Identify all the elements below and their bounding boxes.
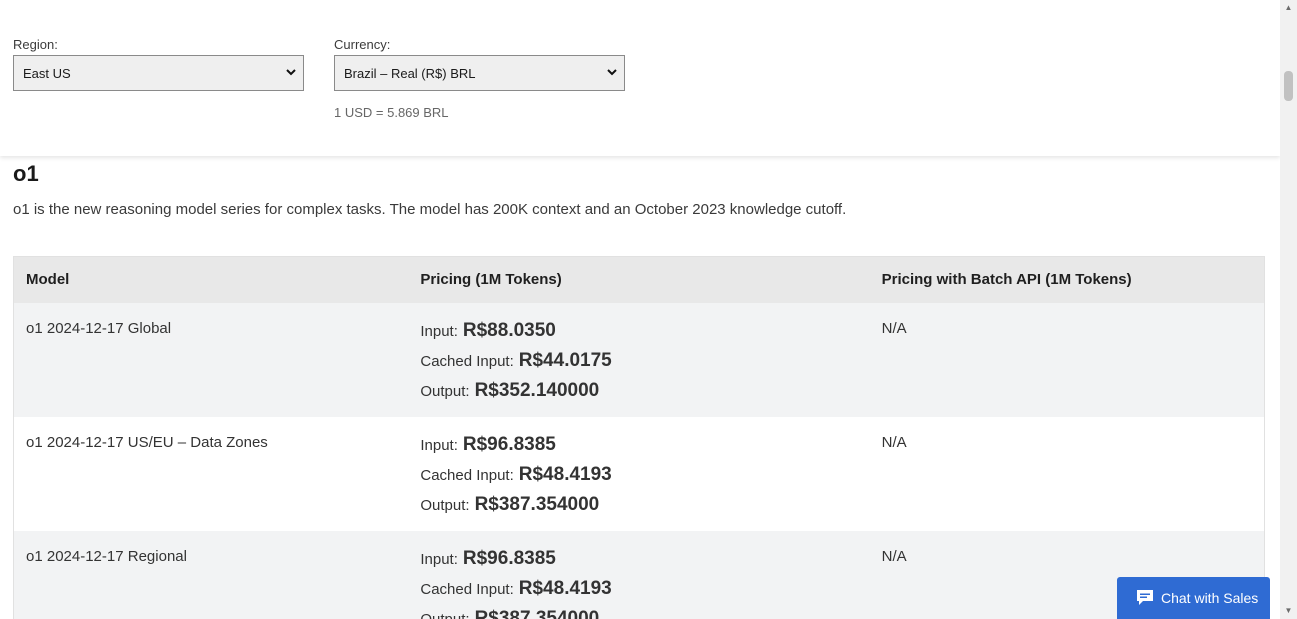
currency-label: Currency: [334,37,391,52]
chevron-down-icon [286,69,296,76]
header-batch-pricing: Pricing with Batch API (1M Tokens) [881,271,1132,288]
pricing-table: Model Pricing (1M Tokens) Pricing with B… [13,256,1265,619]
output-price: R$387.354000 [474,494,600,515]
input-label: Input: [420,323,458,340]
scroll-down-icon[interactable]: ▼ [1284,607,1293,615]
output-price: R$352.140000 [474,380,600,401]
vertical-scrollbar[interactable]: ▲ ▼ [1280,0,1297,619]
pricing-cell: Input: R$96.8385 Cached Input: R$48.4193… [420,417,881,531]
input-price-line: Input: R$88.0350 [420,320,881,350]
cached-input-label: Cached Input: [420,467,514,484]
input-price: R$88.0350 [462,320,556,341]
output-price-line: Output: R$352.140000 [420,380,881,410]
section-title: o1 [13,161,39,186]
input-price-line: Input: R$96.8385 [420,548,881,578]
cached-input-label: Cached Input: [420,581,514,598]
cached-input-price-line: Cached Input: R$48.4193 [420,464,881,494]
section-description: o1 is the new reasoning model series for… [13,201,847,218]
region-select-value: East US [23,66,71,81]
input-price-line: Input: R$96.8385 [420,434,881,464]
input-price: R$96.8385 [462,434,556,455]
pricing-cell: Input: R$88.0350 Cached Input: R$44.0175… [420,303,881,417]
output-price-line: Output: R$387.354000 [420,494,881,524]
filter-bar: Region: East US Currency: Brazil – Real … [0,0,1280,156]
currency-select[interactable]: Brazil – Real (R$) BRL [334,55,625,91]
region-field: Region: East US [13,37,304,91]
chat-button-label: Chat with Sales [1161,590,1259,606]
region-label: Region: [13,37,58,52]
output-price-line: Output: R$387.354000 [420,608,881,619]
chat-bubble-icon [1137,590,1153,605]
output-label: Output: [420,383,470,400]
chevron-down-icon [607,69,617,76]
input-price: R$96.8385 [462,548,556,569]
batch-pricing: N/A [881,320,907,337]
table-row: o1 2024-12-17 Global Input: R$88.0350 Ca… [14,303,1264,417]
scrollbar-thumb[interactable] [1284,71,1293,101]
table-row: o1 2024-12-17 Regional Input: R$96.8385 … [14,531,1264,619]
cached-input-price-line: Cached Input: R$44.0175 [420,350,881,380]
header-pricing: Pricing (1M Tokens) [420,271,562,288]
model-name: o1 2024-12-17 US/EU – Data Zones [26,434,268,451]
scroll-up-icon[interactable]: ▲ [1284,4,1293,12]
output-label: Output: [420,611,469,619]
region-select[interactable]: East US [13,55,304,91]
currency-field: Currency: Brazil – Real (R$) BRL [334,37,625,91]
currency-select-value: Brazil – Real (R$) BRL [344,66,476,81]
output-price: R$387.354000 [474,608,600,619]
chat-with-sales-button[interactable]: Chat with Sales [1117,577,1270,619]
pricing-cell: Input: R$96.8385 Cached Input: R$48.4193… [420,531,881,619]
table-header-row: Model Pricing (1M Tokens) Pricing with B… [14,257,1264,303]
pricing-page: Region: East US Currency: Brazil – Real … [0,0,1297,619]
input-label: Input: [420,437,458,454]
cached-input-price: R$48.4193 [518,578,612,599]
batch-pricing: N/A [881,434,907,451]
cached-input-label: Cached Input: [420,353,514,370]
model-name: o1 2024-12-17 Global [26,320,172,337]
exchange-rate-note: 1 USD = 5.869 BRL [334,105,449,120]
output-label: Output: [420,497,470,514]
cached-input-price: R$48.4193 [518,464,612,485]
cached-input-price-line: Cached Input: R$48.4193 [420,578,881,608]
model-name: o1 2024-12-17 Regional [26,548,187,565]
header-model: Model [26,271,70,288]
table-row: o1 2024-12-17 US/EU – Data Zones Input: … [14,417,1264,531]
cached-input-price: R$44.0175 [518,350,612,371]
input-label: Input: [420,551,458,568]
